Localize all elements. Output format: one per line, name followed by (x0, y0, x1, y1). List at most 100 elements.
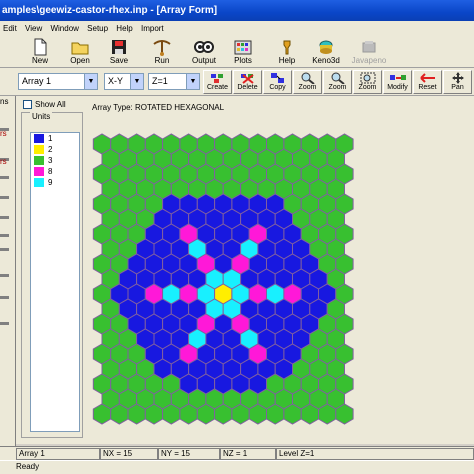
menu-import[interactable]: Import (138, 21, 167, 36)
new-file-icon (34, 38, 47, 56)
hex-cell[interactable] (266, 403, 285, 425)
left-panel-text: rs (0, 129, 7, 138)
menu-window[interactable]: Window (47, 21, 81, 36)
unit-id: 9 (48, 178, 53, 187)
ready-status: Ready (0, 460, 474, 474)
hex-cell[interactable] (300, 403, 319, 425)
chevron-down-icon: ▼ (130, 74, 143, 89)
units-side-panel: Show All Units 1 2 3 8 9 (17, 96, 87, 444)
array-type-label: Array Type: ROTATED HEXAGONAL (92, 103, 225, 112)
run-button[interactable]: Run (142, 37, 182, 67)
unit-id: 8 (48, 167, 53, 176)
status-array: Array 1 (16, 448, 100, 460)
units-list[interactable]: 1 2 3 8 9 (30, 132, 80, 432)
menu-edit[interactable]: Edit (0, 21, 20, 36)
delete-button[interactable]: Delete (233, 70, 262, 94)
hex-cell[interactable] (127, 403, 146, 425)
hex-cell[interactable] (335, 403, 354, 425)
menu-view[interactable]: View (22, 21, 45, 36)
open-button[interactable]: Open (60, 37, 100, 67)
unit-color-swatch (34, 145, 44, 154)
menu-bar: Edit View Window Setup Help Import (0, 21, 474, 36)
new-button[interactable]: New (20, 37, 60, 67)
zoom-window-icon (360, 72, 375, 84)
unit-color-swatch (34, 156, 44, 165)
status-nz: NZ = 1 (220, 448, 276, 460)
unit-list-item[interactable]: 1 (31, 133, 79, 144)
zoom-out-icon (331, 72, 345, 84)
delete-icon (240, 74, 254, 84)
zoom-out-button[interactable]: Zoom (323, 70, 352, 94)
unit-list-item[interactable]: 9 (31, 177, 79, 188)
modify-button[interactable]: Modify (383, 70, 412, 94)
modify-icon (389, 75, 406, 80)
keno3d-button[interactable]: Keno3d (306, 37, 346, 67)
array-toolbar: Array 1 ▼ X-Y ▼ Z=1 ▼ Create Delete Copy… (0, 68, 474, 96)
z-level-select[interactable]: Z=1 ▼ (148, 73, 200, 90)
title-bar[interactable]: amples\geewiz-castor-rhex.inp - [Array F… (0, 0, 474, 21)
unit-id: 1 (48, 134, 53, 143)
hex-cell[interactable] (196, 403, 216, 425)
chevron-down-icon: ▼ (84, 74, 97, 89)
plane-select[interactable]: X-Y ▼ (104, 73, 144, 90)
hex-cell[interactable] (214, 403, 233, 425)
zoom-in-button[interactable]: Zoom (293, 70, 322, 94)
zoom-window-button[interactable]: Zoom (353, 70, 382, 94)
left-panel-text: ns (0, 97, 9, 106)
create-icon (210, 74, 223, 83)
hex-cell[interactable] (162, 403, 181, 425)
create-button[interactable]: Create (203, 70, 232, 94)
output-icon (194, 41, 214, 53)
status-level: Level Z=1 (276, 448, 474, 460)
unit-list-item[interactable]: 2 (31, 144, 79, 155)
help-icon (283, 40, 291, 55)
unit-color-swatch (34, 178, 44, 187)
copy-icon (270, 73, 284, 83)
hex-cell[interactable] (231, 403, 250, 425)
menu-setup[interactable]: Setup (84, 21, 111, 36)
save-disk-icon (112, 40, 126, 54)
unit-list-item[interactable]: 3 (31, 155, 79, 166)
hex-cell[interactable] (144, 403, 164, 425)
hex-cell[interactable] (179, 403, 198, 425)
open-folder-icon (71, 42, 89, 55)
run-icon (153, 40, 171, 56)
hex-cell[interactable] (248, 403, 267, 425)
menu-help[interactable]: Help (113, 21, 135, 36)
javapeno-icon (362, 41, 376, 53)
left-panel-text: rs (0, 157, 7, 166)
hex-cell[interactable] (92, 403, 112, 425)
hex-cell[interactable] (318, 403, 337, 425)
window-title: amples\geewiz-castor-rhex.inp - [Array F… (2, 5, 218, 16)
checkbox-box[interactable] (23, 100, 32, 110)
hex-array-grid[interactable] (92, 116, 354, 432)
status-ny: NY = 15 (158, 448, 220, 460)
chevron-down-icon: ▼ (186, 74, 199, 89)
unit-color-swatch (34, 134, 44, 143)
unit-color-swatch (34, 167, 44, 176)
left-tree-panel[interactable]: ns rs rs (0, 96, 16, 456)
main-toolbar: New Open Save Run Output Plots Help Keno… (0, 36, 474, 68)
plots-icon (234, 40, 252, 55)
save-button[interactable]: Save (99, 37, 139, 67)
unit-id: 3 (48, 156, 53, 165)
unit-id: 2 (48, 145, 53, 154)
javapeno-button[interactable]: Javapeno (349, 37, 389, 67)
copy-button[interactable]: Copy (263, 70, 292, 94)
reset-button[interactable]: Reset (413, 70, 442, 94)
array-select[interactable]: Array 1 ▼ (18, 73, 98, 90)
units-group-label: Units (30, 112, 53, 121)
app-window: amples\geewiz-castor-rhex.inp - [Array F… (0, 0, 474, 474)
hex-cell[interactable] (283, 403, 302, 425)
show-all-checkbox[interactable]: Show All (23, 100, 66, 110)
unit-list-item[interactable]: 8 (31, 166, 79, 177)
reset-icon (419, 73, 435, 83)
pan-button[interactable]: Pan (443, 70, 472, 94)
status-nx: NX = 15 (100, 448, 158, 460)
plots-button[interactable]: Plots (223, 37, 263, 67)
help-button[interactable]: Help (267, 37, 307, 67)
output-button[interactable]: Output (184, 37, 224, 67)
zoom-in-icon (301, 72, 315, 84)
array-status-bar: Array 1 NX = 15 NY = 15 NZ = 1 Level Z=1 (0, 446, 474, 460)
hex-cell[interactable] (110, 403, 129, 425)
